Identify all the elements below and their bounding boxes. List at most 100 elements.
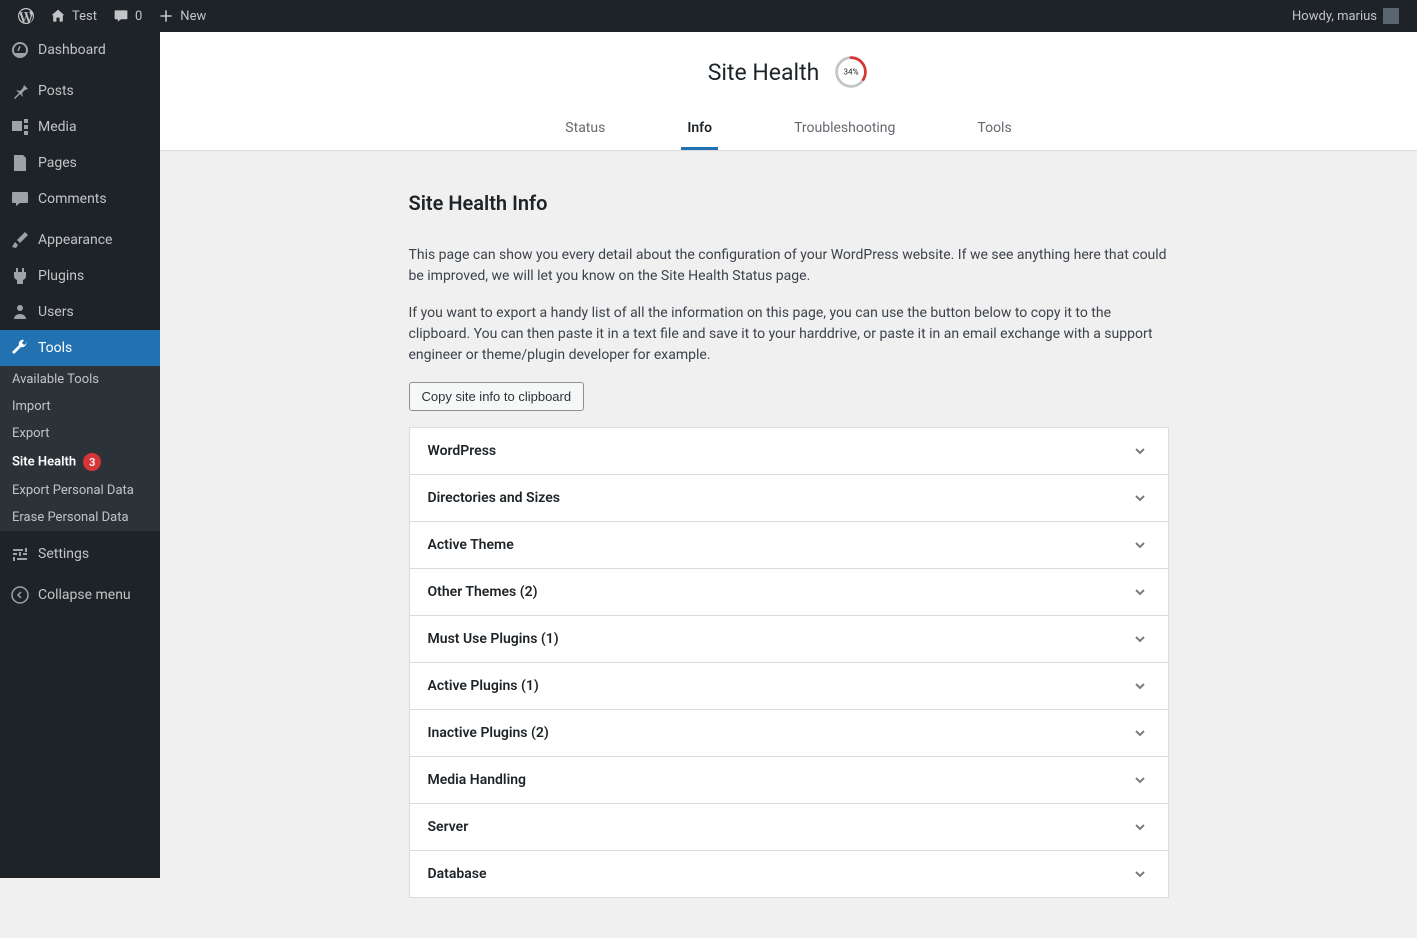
- sidebar-item-label: Plugins: [38, 268, 84, 284]
- progress-text: 34%: [844, 67, 859, 77]
- sidebar-item-pages[interactable]: Pages: [0, 145, 160, 181]
- new-content-link[interactable]: New: [150, 0, 214, 32]
- accordion-item-media-handling[interactable]: Media Handling: [410, 757, 1168, 804]
- sidebar-item-label: Tools: [38, 340, 72, 356]
- accordion-item-must-use-plugins[interactable]: Must Use Plugins (1): [410, 616, 1168, 663]
- accordion-title: WordPress: [428, 443, 497, 459]
- accordion-title: Other Themes (2): [428, 584, 538, 600]
- chevron-down-icon: [1130, 582, 1150, 602]
- sidebar-item-label: Appearance: [38, 232, 112, 248]
- chevron-down-icon: [1130, 864, 1150, 884]
- tools-submenu: Available Tools Import Export Site Healt…: [0, 366, 160, 531]
- my-account-link[interactable]: Howdy, marius: [1284, 0, 1407, 32]
- home-icon: [50, 8, 66, 24]
- plus-icon: [158, 8, 174, 24]
- sidebar-item-settings[interactable]: Settings: [0, 536, 160, 572]
- accordion-title: Must Use Plugins (1): [428, 631, 559, 647]
- site-name-text: Test: [72, 9, 97, 24]
- media-icon: [10, 117, 30, 137]
- chevron-down-icon: [1130, 723, 1150, 743]
- chevron-down-icon: [1130, 676, 1150, 696]
- collapse-label: Collapse menu: [38, 587, 131, 603]
- site-name-link[interactable]: Test: [42, 0, 105, 32]
- badge-count: 3: [83, 453, 101, 471]
- tab-info[interactable]: Info: [681, 108, 718, 150]
- user-icon: [10, 302, 30, 322]
- accordion-title: Active Plugins (1): [428, 678, 539, 694]
- chevron-down-icon: [1130, 535, 1150, 555]
- sidebar-item-comments[interactable]: Comments: [0, 181, 160, 217]
- site-health-header: Site Health 34% Status Info Troubleshoot…: [160, 32, 1417, 151]
- submenu-import[interactable]: Import: [0, 393, 160, 420]
- chevron-down-icon: [1130, 629, 1150, 649]
- accordion-title: Inactive Plugins (2): [428, 725, 549, 741]
- chevron-down-icon: [1130, 441, 1150, 461]
- howdy-text: Howdy, marius: [1292, 9, 1377, 24]
- sidebar-item-appearance[interactable]: Appearance: [0, 222, 160, 258]
- pin-icon: [10, 81, 30, 101]
- comments-count: 0: [135, 9, 142, 24]
- chevron-down-icon: [1130, 488, 1150, 508]
- tab-status[interactable]: Status: [559, 108, 611, 150]
- tabs: Status Info Troubleshooting Tools: [160, 108, 1417, 150]
- accordion-item-server[interactable]: Server: [410, 804, 1168, 851]
- sidebar-item-plugins[interactable]: Plugins: [0, 258, 160, 294]
- accordion-item-active-plugins[interactable]: Active Plugins (1): [410, 663, 1168, 710]
- sidebar-item-label: Dashboard: [38, 42, 106, 58]
- comments-link[interactable]: 0: [105, 0, 150, 32]
- accordion-item-inactive-plugins[interactable]: Inactive Plugins (2): [410, 710, 1168, 757]
- sidebar-item-label: Posts: [38, 83, 74, 99]
- comment-icon: [113, 8, 129, 24]
- sidebar-item-label: Users: [38, 304, 74, 320]
- submenu-site-health[interactable]: Site Health 3: [0, 447, 160, 477]
- sidebar-item-media[interactable]: Media: [0, 109, 160, 145]
- admin-bar: Test 0 New Howdy, marius: [0, 0, 1417, 32]
- accordion-item-database[interactable]: Database: [410, 851, 1168, 897]
- main-content: Site Health 34% Status Info Troubleshoot…: [160, 32, 1417, 938]
- collapse-menu[interactable]: Collapse menu: [0, 577, 160, 613]
- admin-sidebar: Dashboard Posts Media Pages Comments App…: [0, 32, 160, 878]
- copy-site-info-button[interactable]: Copy site info to clipboard: [409, 382, 585, 411]
- accordion-title: Active Theme: [428, 537, 514, 553]
- submenu-export[interactable]: Export: [0, 420, 160, 447]
- info-accordion: WordPress Directories and Sizes Active T…: [409, 427, 1169, 898]
- wordpress-icon: [18, 8, 34, 24]
- plugin-icon: [10, 266, 30, 286]
- progress-indicator: 34%: [833, 54, 869, 90]
- accordion-item-wordpress[interactable]: WordPress: [410, 428, 1168, 475]
- submenu-export-personal-data[interactable]: Export Personal Data: [0, 477, 160, 504]
- avatar: [1383, 8, 1399, 24]
- intro-paragraph-2: If you want to export a handy list of al…: [409, 303, 1169, 366]
- sidebar-item-label: Media: [38, 119, 77, 135]
- sidebar-item-tools[interactable]: Tools: [0, 330, 160, 366]
- chevron-down-icon: [1130, 770, 1150, 790]
- submenu-available-tools[interactable]: Available Tools: [0, 366, 160, 393]
- sidebar-item-label: Pages: [38, 155, 77, 171]
- wp-logo[interactable]: [10, 0, 42, 32]
- sidebar-item-dashboard[interactable]: Dashboard: [0, 32, 160, 68]
- accordion-title: Directories and Sizes: [428, 490, 560, 506]
- collapse-icon: [10, 585, 30, 605]
- sidebar-item-label: Settings: [38, 546, 89, 562]
- page-title: Site Health: [708, 59, 820, 86]
- accordion-item-other-themes[interactable]: Other Themes (2): [410, 569, 1168, 616]
- page-icon: [10, 153, 30, 173]
- sliders-icon: [10, 544, 30, 564]
- submenu-erase-personal-data[interactable]: Erase Personal Data: [0, 504, 160, 531]
- dashboard-icon: [10, 40, 30, 60]
- intro-paragraph-1: This page can show you every detail abou…: [409, 245, 1169, 287]
- section-heading: Site Health Info: [409, 191, 1169, 215]
- accordion-title: Server: [428, 819, 469, 835]
- tab-tools[interactable]: Tools: [971, 108, 1017, 150]
- accordion-item-directories[interactable]: Directories and Sizes: [410, 475, 1168, 522]
- accordion-title: Media Handling: [428, 772, 527, 788]
- sidebar-item-label: Comments: [38, 191, 107, 207]
- sidebar-item-users[interactable]: Users: [0, 294, 160, 330]
- wrench-icon: [10, 338, 30, 358]
- comment-icon: [10, 189, 30, 209]
- accordion-item-active-theme[interactable]: Active Theme: [410, 522, 1168, 569]
- brush-icon: [10, 230, 30, 250]
- tab-troubleshooting[interactable]: Troubleshooting: [788, 108, 901, 150]
- accordion-title: Database: [428, 866, 487, 882]
- sidebar-item-posts[interactable]: Posts: [0, 73, 160, 109]
